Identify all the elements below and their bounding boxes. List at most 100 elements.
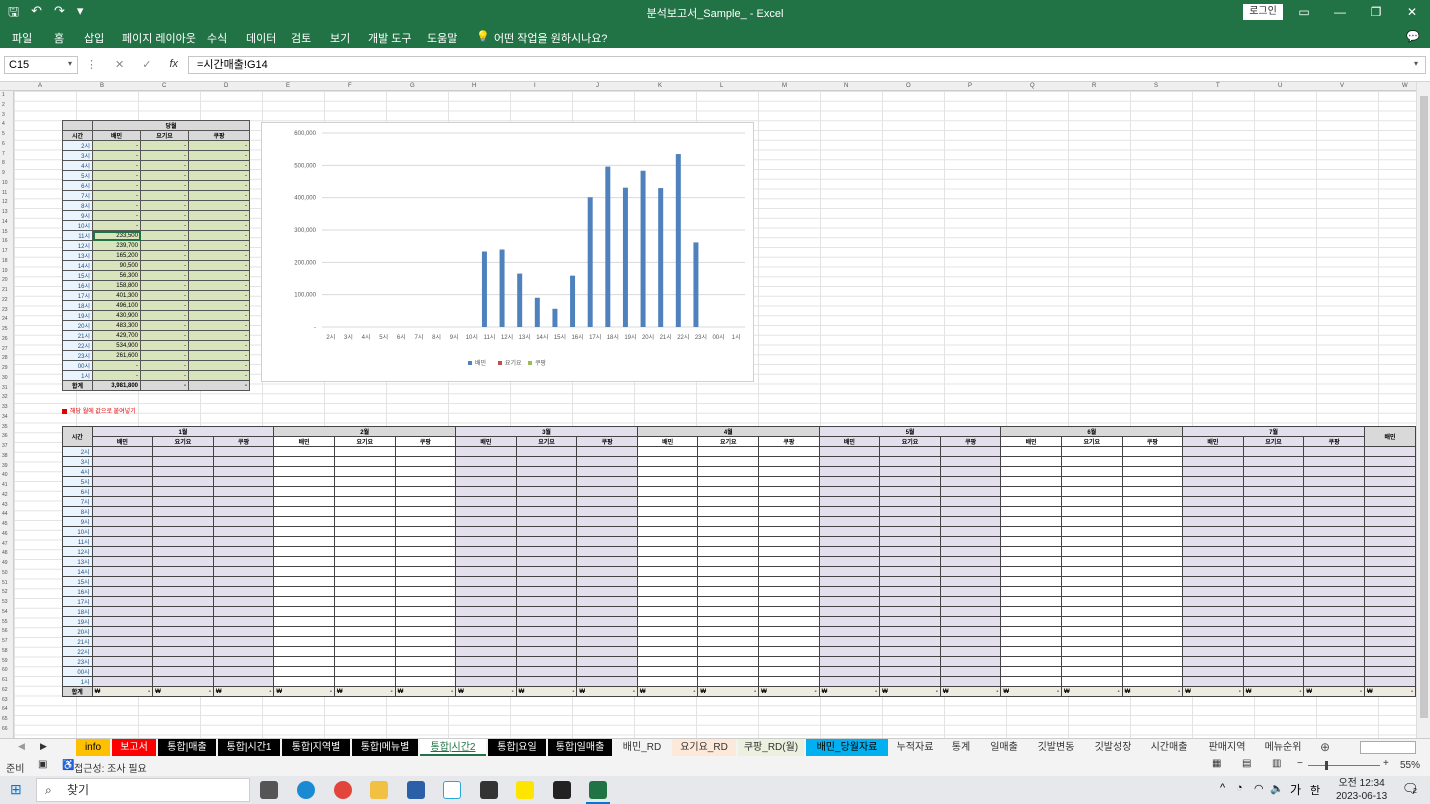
total-cell[interactable]: 3,981,800: [92, 380, 141, 391]
month-value-cell[interactable]: [91, 566, 154, 577]
row-header[interactable]: 3: [2, 112, 5, 118]
value-cell[interactable]: -: [140, 160, 189, 171]
month-value-cell[interactable]: [576, 486, 638, 497]
cancel-icon[interactable]: ✕: [115, 58, 124, 71]
bar-배민[interactable]: [517, 273, 523, 327]
month-value-cell[interactable]: [333, 506, 396, 517]
month-value-cell[interactable]: [91, 576, 154, 587]
month-value-cell[interactable]: [636, 666, 699, 677]
month-value-cell[interactable]: [152, 536, 214, 547]
row-header[interactable]: 53: [2, 599, 8, 605]
month-value-cell[interactable]: [939, 626, 1002, 637]
month-value-cell[interactable]: [1060, 496, 1123, 507]
row-header[interactable]: 2: [2, 102, 5, 108]
value-cell[interactable]: -: [188, 320, 250, 331]
time-cell[interactable]: 22시: [62, 646, 93, 657]
month-value-cell[interactable]: [333, 496, 396, 507]
month-value-cell[interactable]: [697, 536, 760, 547]
month-value-cell[interactable]: [1363, 566, 1416, 577]
row-header[interactable]: 42: [2, 492, 8, 498]
time-cell[interactable]: 21시: [62, 636, 93, 647]
month-value-cell[interactable]: [1242, 456, 1305, 467]
month-value-cell[interactable]: [1242, 466, 1305, 477]
month-value-cell[interactable]: [212, 486, 275, 497]
month-value-cell[interactable]: [273, 596, 335, 607]
month-value-cell[interactable]: [1182, 646, 1244, 657]
menu-data[interactable]: 데이터: [246, 30, 276, 46]
month-value-cell[interactable]: [576, 646, 638, 657]
month-value-cell[interactable]: [333, 616, 396, 627]
month-value-cell[interactable]: [455, 486, 517, 497]
row-header[interactable]: 31: [2, 385, 8, 391]
month-value-cell[interactable]: [818, 546, 881, 557]
month-value-cell[interactable]: [212, 506, 275, 517]
channel-header[interactable]: 배민: [1182, 436, 1244, 447]
month-value-cell[interactable]: [697, 666, 760, 677]
value-cell[interactable]: -: [188, 330, 250, 341]
month-value-cell[interactable]: [697, 506, 760, 517]
month-value-cell[interactable]: [1303, 456, 1365, 467]
month-value-cell[interactable]: [212, 526, 275, 537]
time-cell[interactable]: 8시: [62, 506, 93, 517]
value-cell[interactable]: 56,300: [92, 270, 141, 281]
month-value-cell[interactable]: [515, 656, 578, 667]
month-value-cell[interactable]: [333, 606, 396, 617]
month-value-cell[interactable]: [1121, 646, 1184, 657]
column-header[interactable]: R: [1092, 83, 1096, 89]
month-value-cell[interactable]: [1060, 466, 1123, 477]
month-value-cell[interactable]: [455, 666, 517, 677]
worksheet[interactable]: ABCDEFGHIJKLMNOPQRSTUVWX 123456789101112…: [0, 82, 1416, 738]
close-button[interactable]: ✕: [1394, 0, 1430, 24]
month-value-cell[interactable]: [91, 596, 154, 607]
value-cell[interactable]: -: [188, 180, 250, 191]
time-cell[interactable]: 23시: [62, 350, 93, 361]
next-sheet-icon[interactable]: ▶: [40, 741, 47, 752]
column-header[interactable]: M: [782, 83, 787, 89]
total-cell[interactable]: ₩ -: [758, 686, 820, 697]
month-value-cell[interactable]: [1060, 556, 1123, 567]
month-value-cell[interactable]: [1121, 596, 1184, 607]
month-value-cell[interactable]: [515, 466, 578, 477]
month-value-cell[interactable]: [1242, 646, 1305, 657]
month-value-cell[interactable]: [636, 646, 699, 657]
total-cell[interactable]: ₩ -: [152, 686, 214, 697]
bar-배민[interactable]: [499, 249, 505, 327]
month-value-cell[interactable]: [1060, 666, 1123, 677]
kakaotalk-icon[interactable]: [516, 781, 534, 799]
time-cell[interactable]: 9시: [62, 210, 93, 221]
column-header[interactable]: G: [410, 83, 415, 89]
menu-page-layout[interactable]: 페이지 레이아웃: [122, 30, 196, 46]
month-value-cell[interactable]: [212, 586, 275, 597]
month-value-cell[interactable]: [1182, 616, 1244, 627]
row-header[interactable]: 6: [2, 141, 5, 147]
chrome-icon[interactable]: [334, 781, 352, 799]
time-cell[interactable]: 12시: [62, 546, 93, 557]
channel-header[interactable]: 쿠팡: [939, 436, 1002, 447]
month-value-cell[interactable]: [1182, 486, 1244, 497]
month-value-cell[interactable]: [576, 456, 638, 467]
month-value-cell[interactable]: [818, 526, 881, 537]
month-value-cell[interactable]: [333, 516, 396, 527]
month-value-cell[interactable]: [1182, 536, 1244, 547]
row-header[interactable]: 33: [2, 404, 8, 410]
month-value-cell[interactable]: [1363, 496, 1416, 507]
bar-배민[interactable]: [675, 154, 681, 327]
value-cell[interactable]: -: [188, 270, 250, 281]
table1-header[interactable]: 배민: [92, 130, 141, 141]
menu-file[interactable]: 파일: [12, 30, 32, 46]
month-value-cell[interactable]: [1303, 546, 1365, 557]
table1-header[interactable]: 시간: [62, 130, 93, 141]
total-label[interactable]: 합계: [62, 686, 93, 697]
month-value-cell[interactable]: [1000, 566, 1062, 577]
month-value-cell[interactable]: [1182, 546, 1244, 557]
column-header[interactable]: V: [1340, 83, 1344, 89]
column-header[interactable]: O: [906, 83, 911, 89]
month-value-cell[interactable]: [1242, 446, 1305, 457]
month-value-cell[interactable]: [697, 656, 760, 667]
month-value-cell[interactable]: [1182, 676, 1244, 687]
menu-developer[interactable]: 개발 도구: [368, 30, 412, 46]
value-cell[interactable]: -: [188, 280, 250, 291]
month-value-cell[interactable]: [1242, 606, 1305, 617]
month-value-cell[interactable]: [818, 576, 881, 587]
bar-배민[interactable]: [658, 188, 664, 327]
